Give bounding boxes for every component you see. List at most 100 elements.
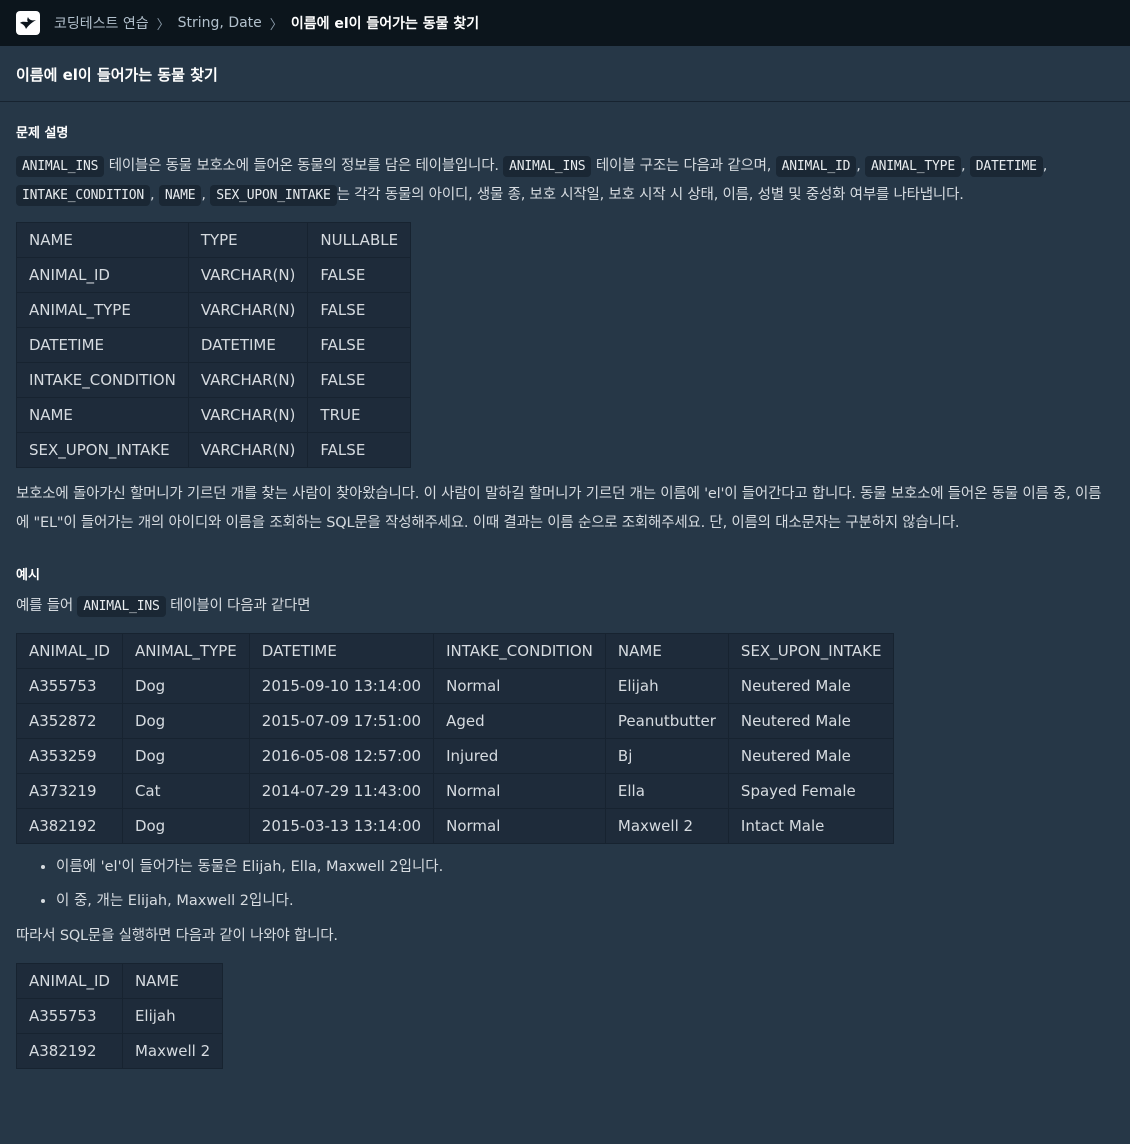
section-heading-problem: 문제 설명 bbox=[16, 126, 69, 141]
table-cell: Normal bbox=[433, 773, 606, 809]
table-cell: A352872 bbox=[16, 703, 123, 739]
table-cell: 2015-03-13 13:14:00 bbox=[248, 808, 435, 844]
table-row: SEX_UPON_INTAKE VARCHAR(N) FALSE bbox=[16, 432, 412, 468]
table-cell: A355753 bbox=[16, 998, 123, 1034]
table-cell: TRUE bbox=[307, 397, 412, 433]
text: , bbox=[856, 158, 866, 174]
result-table: ANIMAL_ID NAME A355753 Elijah A382192 Ma… bbox=[16, 963, 224, 1069]
table-row: A382192 Dog 2015-03-13 13:14:00 Normal M… bbox=[16, 808, 895, 844]
table-cell: VARCHAR(N) bbox=[187, 397, 309, 433]
table-cell: VARCHAR(N) bbox=[187, 257, 309, 293]
text: 테이블이 다음과 같다면 bbox=[165, 598, 311, 614]
list-item: 이름에 'el'이 들어가는 동물은 Elijah, Ella, Maxwell… bbox=[56, 850, 1114, 884]
example-table: ANIMAL_ID ANIMAL_TYPE DATETIME INTAKE_CO… bbox=[16, 633, 895, 844]
inline-code: ANIMAL_INS bbox=[503, 156, 592, 177]
table-header-cell: TYPE bbox=[187, 222, 309, 258]
table-cell: ANIMAL_ID bbox=[16, 257, 189, 293]
table-cell: VARCHAR(N) bbox=[187, 362, 309, 398]
table-row: A352872 Dog 2015-07-09 17:51:00 Aged Pea… bbox=[16, 703, 895, 739]
inline-code: SEX_UPON_INTAKE bbox=[210, 185, 337, 206]
inline-code: ANIMAL_ID bbox=[775, 156, 857, 177]
table-cell: 2015-09-10 13:14:00 bbox=[248, 668, 435, 704]
table-cell: Normal bbox=[433, 668, 606, 704]
table-row: DATETIME DATETIME FALSE bbox=[16, 327, 412, 363]
table-row: INTAKE_CONDITION VARCHAR(N) FALSE bbox=[16, 362, 412, 398]
breadcrumb-item-category[interactable]: String, Date bbox=[178, 15, 262, 31]
inline-code: DATETIME bbox=[969, 156, 1043, 177]
table-cell: Injured bbox=[433, 738, 606, 774]
table-cell: FALSE bbox=[307, 362, 412, 398]
table-cell: ANIMAL_TYPE bbox=[16, 292, 189, 328]
inline-code: NAME bbox=[158, 185, 202, 206]
table-cell: Dog bbox=[121, 808, 250, 844]
table-header-cell: INTAKE_CONDITION bbox=[433, 633, 606, 669]
table-row: A355753 Elijah bbox=[16, 998, 224, 1034]
table-cell: INTAKE_CONDITION bbox=[16, 362, 189, 398]
text: , bbox=[201, 187, 211, 203]
table-cell: DATETIME bbox=[187, 327, 309, 363]
table-cell: A382192 bbox=[16, 1033, 123, 1069]
text: , bbox=[1042, 158, 1048, 174]
table-header-row: NAME TYPE NULLABLE bbox=[16, 222, 412, 258]
inline-code: ANIMAL_TYPE bbox=[865, 156, 961, 177]
table-cell: VARCHAR(N) bbox=[187, 292, 309, 328]
table-cell: Dog bbox=[121, 668, 250, 704]
table-header-cell: DATETIME bbox=[248, 633, 435, 669]
table-cell: Normal bbox=[433, 808, 606, 844]
table-cell: DATETIME bbox=[16, 327, 189, 363]
table-cell: Intact Male bbox=[727, 808, 895, 844]
table-cell: 2016-05-08 12:57:00 bbox=[248, 738, 435, 774]
page-title: 이름에 el이 들어가는 동물 찾기 bbox=[0, 46, 1130, 102]
table-cell: Elijah bbox=[604, 668, 729, 704]
text: 는 각각 동물의 아이디, 생물 종, 보호 시작일, 보호 시작 시 상태, … bbox=[336, 187, 964, 203]
chevron-right-icon: 〉 bbox=[156, 17, 170, 33]
table-cell: Maxwell 2 bbox=[121, 1033, 224, 1069]
table-row: A373219 Cat 2014-07-29 11:43:00 Normal E… bbox=[16, 773, 895, 809]
text: 테이블은 동물 보호소에 들어온 동물의 정보를 담은 테이블입니다. bbox=[104, 158, 504, 174]
table-header-cell: NULLABLE bbox=[307, 222, 412, 258]
table-cell: FALSE bbox=[307, 327, 412, 363]
table-cell: 2015-07-09 17:51:00 bbox=[248, 703, 435, 739]
table-row: A355753 Dog 2015-09-10 13:14:00 Normal E… bbox=[16, 668, 895, 704]
table-cell: FALSE bbox=[307, 432, 412, 468]
table-cell: VARCHAR(N) bbox=[187, 432, 309, 468]
table-row: A382192 Maxwell 2 bbox=[16, 1033, 224, 1069]
table-cell: Aged bbox=[433, 703, 606, 739]
table-row: NAME VARCHAR(N) TRUE bbox=[16, 397, 412, 433]
table-cell: Neutered Male bbox=[727, 668, 895, 704]
table-header-row: ANIMAL_ID NAME bbox=[16, 963, 224, 999]
table-row: A353259 Dog 2016-05-08 12:57:00 Injured … bbox=[16, 738, 895, 774]
table-cell: Cat bbox=[121, 773, 250, 809]
table-cell: A355753 bbox=[16, 668, 123, 704]
table-cell: A382192 bbox=[16, 808, 123, 844]
list-item: 이 중, 개는 Elijah, Maxwell 2입니다. bbox=[56, 884, 1114, 918]
programmers-logo-icon[interactable] bbox=[16, 11, 40, 35]
table-header-row: ANIMAL_ID ANIMAL_TYPE DATETIME INTAKE_CO… bbox=[16, 633, 895, 669]
table-cell: Dog bbox=[121, 738, 250, 774]
breadcrumb-item-current: 이름에 el이 들어가는 동물 찾기 bbox=[290, 16, 480, 32]
schema-table: NAME TYPE NULLABLE ANIMAL_ID VARCHAR(N) … bbox=[16, 222, 412, 468]
table-cell: Dog bbox=[121, 703, 250, 739]
table-header-cell: NAME bbox=[16, 222, 189, 258]
breadcrumb-item-coding-test[interactable]: 코딩테스트 연습 bbox=[54, 13, 149, 33]
table-cell: Maxwell 2 bbox=[604, 808, 729, 844]
text: 예를 들어 bbox=[16, 598, 78, 614]
table-header-cell: NAME bbox=[121, 963, 224, 999]
table-cell: A353259 bbox=[16, 738, 123, 774]
text: , bbox=[150, 187, 159, 203]
table-cell: Elijah bbox=[121, 998, 224, 1034]
result-intro-paragraph: 따라서 SQL문을 실행하면 다음과 같이 나와야 합니다. bbox=[16, 928, 338, 944]
table-cell: Neutered Male bbox=[727, 738, 895, 774]
table-header-cell: SEX_UPON_INTAKE bbox=[727, 633, 895, 669]
top-navigation-bar: 코딩테스트 연습 〉 String, Date 〉 이름에 el이 들어가는 동… bbox=[0, 0, 1130, 46]
table-header-cell: ANIMAL_TYPE bbox=[121, 633, 250, 669]
table-header-cell: ANIMAL_ID bbox=[16, 963, 123, 999]
table-cell: Spayed Female bbox=[727, 773, 895, 809]
table-cell: A373219 bbox=[16, 773, 123, 809]
table-cell: Ella bbox=[604, 773, 729, 809]
table-header-cell: ANIMAL_ID bbox=[16, 633, 123, 669]
table-cell: Peanutbutter bbox=[604, 703, 729, 739]
table-cell: FALSE bbox=[307, 292, 412, 328]
table-row: ANIMAL_TYPE VARCHAR(N) FALSE bbox=[16, 292, 412, 328]
table-cell: NAME bbox=[16, 397, 189, 433]
